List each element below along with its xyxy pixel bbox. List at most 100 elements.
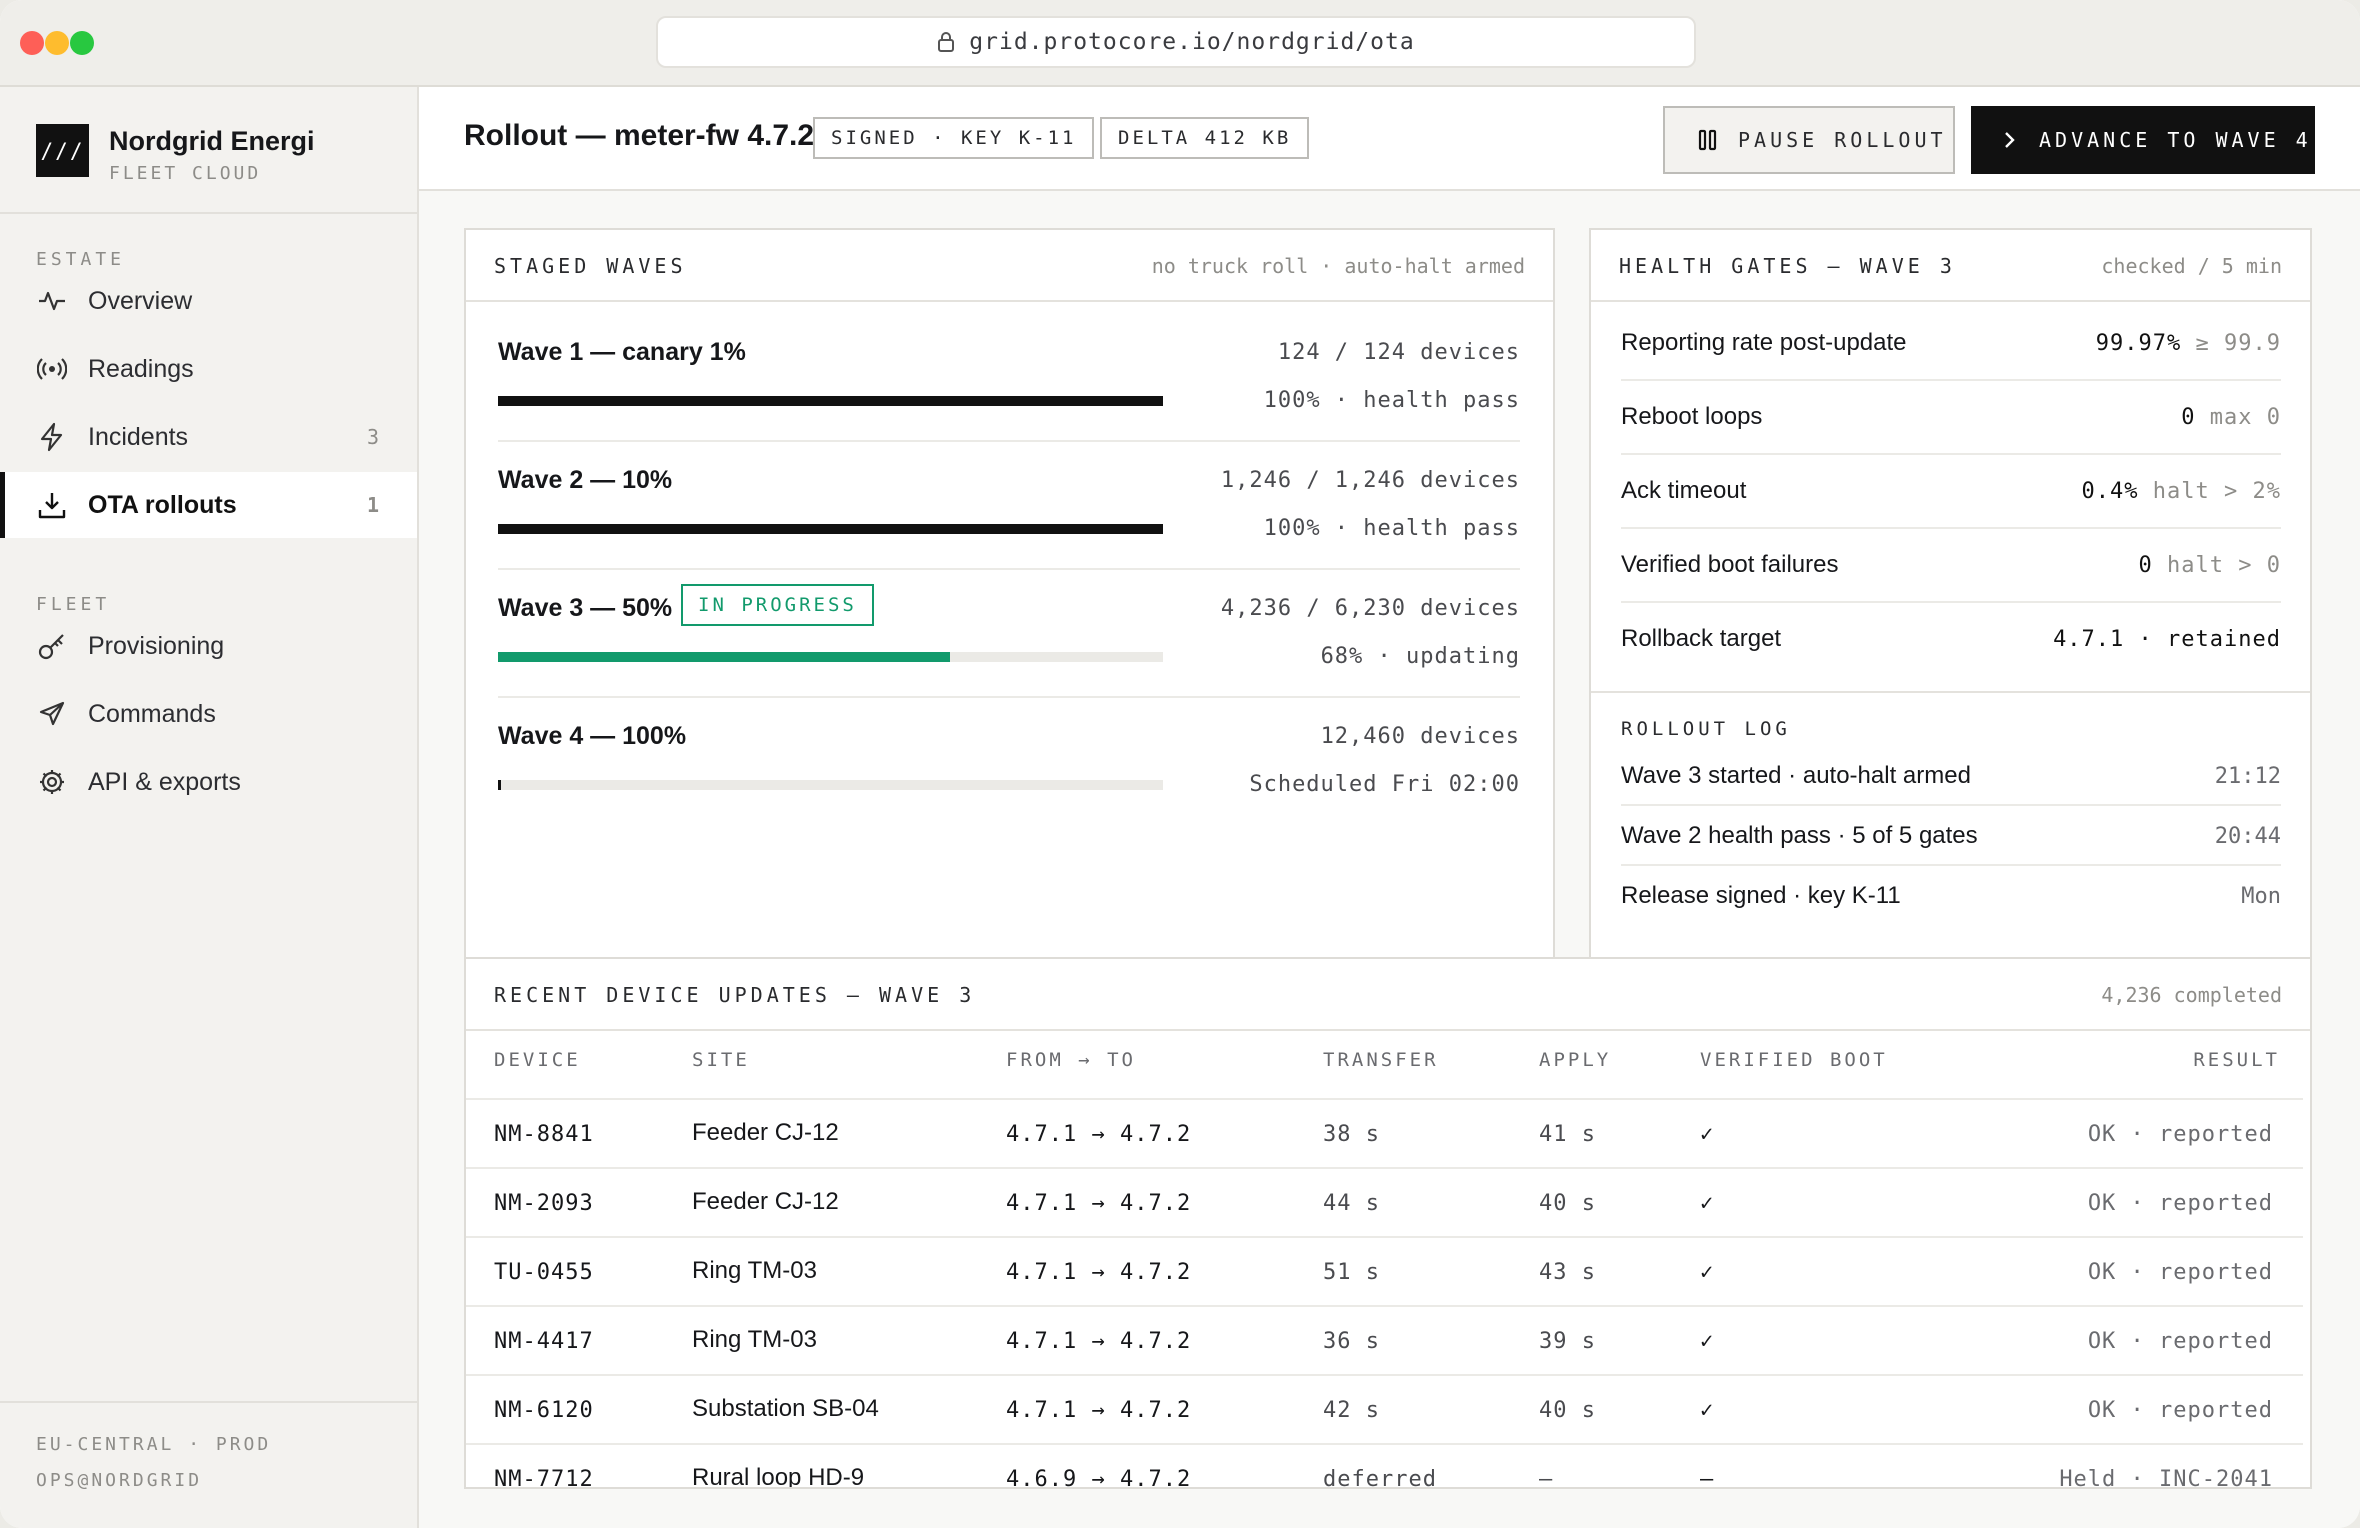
- send-icon: [36, 698, 68, 730]
- sidebar-item-overview[interactable]: Overview: [0, 268, 417, 334]
- close-window-button[interactable]: [20, 31, 44, 55]
- in-progress-badge: IN PROGRESS: [681, 584, 874, 626]
- progress-bar: [498, 524, 1163, 534]
- page-title: Rollout — meter-fw 4.7.2: [464, 119, 815, 152]
- table-row[interactable]: TU-0455 Ring TM-03 4.7.1 → 4.7.2 51 s 43 s ✓ O…: [466, 1236, 2303, 1304]
- wave-devices: 4,236 / 6,230 devices: [1220, 596, 1520, 621]
- table-row[interactable]: NM-8841 Feeder CJ-12 4.7.1 → 4.7.2 38 s 41 s…: [466, 1098, 2303, 1166]
- progress-bar: [498, 780, 1163, 790]
- sidebar-item-incidents[interactable]: Incidents 3: [0, 404, 417, 470]
- table-row[interactable]: NM-6120 Substation SB-04 4.7.1 → 4.7.2 42 s…: [466, 1374, 2303, 1442]
- wave-status: 100% · health pass: [1263, 388, 1520, 413]
- sidebar: /// Nordgrid Energi FLEET CLOUD ESTATE O…: [0, 87, 419, 1528]
- pause-icon: [1698, 129, 1717, 151]
- progress-fill: [498, 396, 1163, 406]
- page-header: Rollout — meter-fw 4.7.2 SIGNED · KEY K-…: [419, 87, 2360, 191]
- brand-name: Nordgrid Energi: [109, 126, 315, 156]
- pause-rollout-button[interactable]: PAUSE ROLLOUT: [1663, 106, 1955, 174]
- cell-fromto: 4.7.1 → 4.7.2: [1006, 1191, 1192, 1216]
- table-row[interactable]: NM-2093 Feeder CJ-12 4.7.1 → 4.7.2 44 s 40 s…: [466, 1167, 2303, 1235]
- cell-apply: —: [1539, 1467, 1554, 1489]
- cell-device: NM-2093: [494, 1191, 594, 1216]
- wave-devices: 12,460 devices: [1320, 724, 1520, 749]
- sidebar-item-label: Incidents: [88, 422, 189, 451]
- sidebar-item-label: OTA rollouts: [88, 490, 237, 519]
- cell-transfer: 42 s: [1323, 1398, 1380, 1423]
- advance-wave-button[interactable]: ADVANCE TO WAVE 4: [1971, 106, 2315, 174]
- wave-status: 68% · updating: [1320, 644, 1520, 669]
- progress-fill: [498, 652, 950, 662]
- wave-devices: 1,246 / 1,246 devices: [1220, 468, 1520, 493]
- wave-status: 100% · health pass: [1263, 516, 1520, 541]
- cell-boot: ✓: [1700, 1122, 1715, 1147]
- cell-transfer: 38 s: [1323, 1122, 1380, 1147]
- sidebar-item-api-exports[interactable]: API & exports: [0, 749, 417, 815]
- signed-tag: SIGNED · KEY K-11: [813, 117, 1095, 159]
- cell-result: Held · INC-2041: [2059, 1467, 2273, 1489]
- radio-icon: [36, 353, 68, 385]
- cell-site: Ring TM-03: [692, 1326, 817, 1353]
- cell-apply: 43 s: [1539, 1260, 1596, 1285]
- cell-apply: 40 s: [1539, 1191, 1596, 1216]
- wave-name: Wave 3 — 50%: [498, 594, 673, 622]
- log-time: 20:44: [2214, 824, 2281, 849]
- sidebar-item-label: Commands: [88, 699, 216, 728]
- sidebar-item-label: Provisioning: [88, 631, 225, 660]
- cell-boot: ✓: [1700, 1398, 1715, 1423]
- cell-apply: 41 s: [1539, 1122, 1596, 1147]
- gear-icon: [36, 766, 68, 798]
- table-row[interactable]: NM-7712 Rural loop HD-9 4.6.9 → 4.7.2 defer…: [466, 1443, 2303, 1489]
- gate-label: Reboot loops: [1621, 403, 1763, 430]
- gate-value: 99.97%: [2095, 331, 2182, 356]
- chevron-right-icon: [2005, 132, 2015, 148]
- cell-result: OK · reported: [2087, 1191, 2273, 1216]
- account-label: OPS@NORDGRID: [36, 1470, 203, 1491]
- panel-title: STAGED WAVES: [494, 254, 687, 278]
- panel-meta: 4,236 completed: [2101, 983, 2282, 1007]
- url-text: grid.protocore.io/nordgrid/ota: [969, 29, 1415, 55]
- wave-3: Wave 3 — 50% IN PROGRESS 4,236 / 6,230 d…: [498, 558, 1520, 686]
- sidebar-item-readings[interactable]: Readings: [0, 336, 417, 402]
- sidebar-item-label: Readings: [88, 354, 194, 383]
- log-text: Wave 2 health pass · 5 of 5 gates: [1621, 822, 1978, 849]
- section-title-fleet: FLEET: [36, 594, 111, 615]
- incidents-count: 3: [366, 425, 379, 449]
- cell-apply: 40 s: [1539, 1398, 1596, 1423]
- wave-name: Wave 2 — 10%: [498, 466, 673, 494]
- gate-limit: halt > 2%: [2152, 479, 2281, 504]
- brand: /// Nordgrid Energi FLEET CLOUD: [36, 124, 315, 184]
- lock-icon: [938, 32, 955, 52]
- cell-site: Rural loop HD-9: [692, 1464, 865, 1489]
- cell-device: TU-0455: [494, 1260, 594, 1285]
- panel-meta: checked / 5 min: [2101, 254, 2282, 278]
- log-entry: Wave 3 started · auto-halt armed 21:12: [1621, 746, 2281, 806]
- cell-site: Ring TM-03: [692, 1257, 817, 1284]
- wave-status: Scheduled Fri 02:00: [1249, 772, 1520, 797]
- brand-subtitle: FLEET CLOUD: [109, 163, 262, 184]
- sidebar-item-provisioning[interactable]: Provisioning: [0, 613, 417, 679]
- cell-result: OK · reported: [2087, 1122, 2273, 1147]
- address-bar[interactable]: grid.protocore.io/nordgrid/ota: [656, 16, 1696, 68]
- app-window: grid.protocore.io/nordgrid/ota /// Nordg…: [0, 0, 2360, 1528]
- maximize-window-button[interactable]: [70, 31, 94, 55]
- main-content: Rollout — meter-fw 4.7.2 SIGNED · KEY K-…: [419, 87, 2360, 1528]
- cell-boot: ✓: [1700, 1191, 1715, 1216]
- sidebar-item-label: API & exports: [88, 767, 241, 796]
- sidebar-item-ota-rollouts[interactable]: OTA rollouts 1: [0, 472, 417, 538]
- cell-transfer: 51 s: [1323, 1260, 1380, 1285]
- cell-transfer: 44 s: [1323, 1191, 1380, 1216]
- log-text: Wave 3 started · auto-halt armed: [1621, 762, 1971, 789]
- gate-limit: max 0: [2209, 405, 2281, 430]
- table-row[interactable]: NM-4417 Ring TM-03 4.7.1 → 4.7.2 36 s 39 s ✓ O…: [466, 1305, 2303, 1373]
- sidebar-item-commands[interactable]: Commands: [0, 681, 417, 747]
- cell-apply: 39 s: [1539, 1329, 1596, 1354]
- gate-limit: · retained: [2138, 627, 2281, 652]
- col-from-to: FROM → TO: [1006, 1049, 1136, 1071]
- cell-boot: ✓: [1700, 1260, 1715, 1285]
- progress-fill: [498, 524, 1163, 534]
- minimize-window-button[interactable]: [45, 31, 69, 55]
- wave-name: Wave 4 — 100%: [498, 722, 687, 750]
- wave-name: Wave 1 — canary 1%: [498, 338, 746, 366]
- cell-site: Feeder CJ-12: [692, 1119, 839, 1146]
- pulse-icon: [36, 285, 68, 317]
